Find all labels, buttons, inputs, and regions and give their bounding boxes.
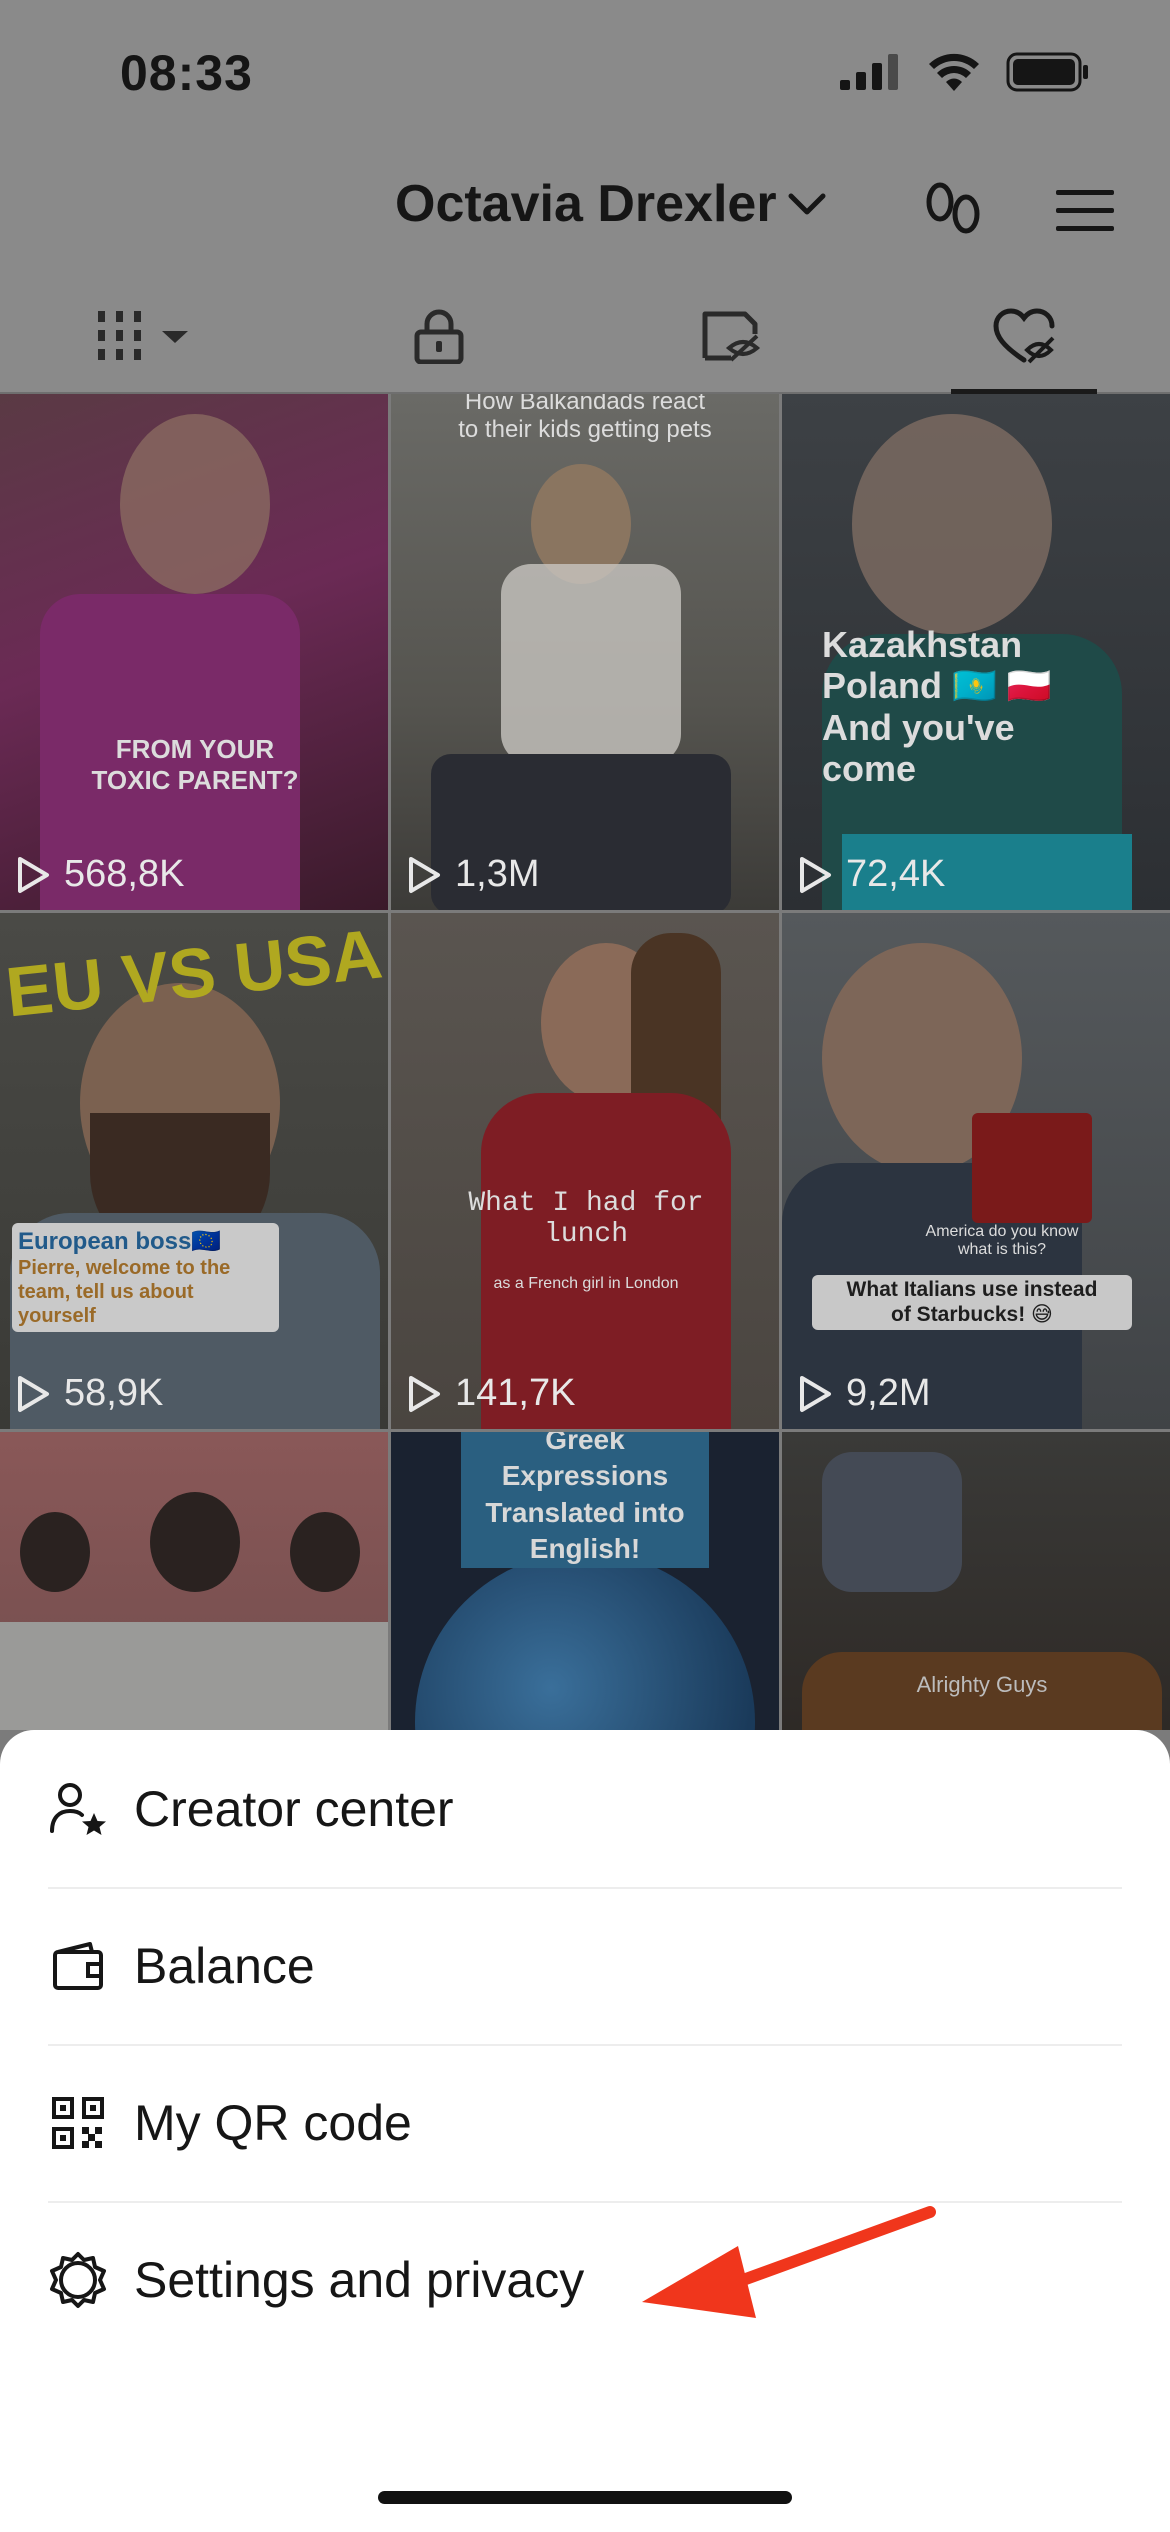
menu-icon [1056,190,1114,231]
play-icon [409,856,440,893]
video-tile[interactable]: America do you know what is this? What I… [782,913,1170,1429]
status-icons [840,52,1090,92]
video-grid: FROM YOUR TOXIC PARENT? 568,8K How Balka… [0,394,1170,1730]
video-caption: Alrighty Guys [916,1672,1048,1697]
video-caption: What I had for lunch [468,1188,704,1250]
view-count-value: 58,9K [64,1372,164,1414]
menu-item-balance[interactable]: Balance [48,1887,1122,2046]
view-count-value: 141,7K [455,1372,576,1414]
qr-code-icon [48,2093,108,2153]
play-icon [18,1375,49,1412]
menu-item-label: Creator center [134,1780,454,1837]
menu-item-settings-and-privacy[interactable]: Settings and privacy [48,2201,1122,2358]
play-icon [18,856,49,893]
gear-icon [48,2250,108,2310]
play-icon [800,1375,831,1412]
tab-private[interactable] [293,280,586,392]
creator-center-icon [48,1779,108,1839]
video-caption: How Balkandads react to their kids getti… [458,394,712,443]
profile-tabs [0,280,1170,394]
video-tile[interactable]: What I had for lunch as a French girl in… [391,913,779,1429]
play-icon [409,1375,440,1412]
red-arrow-icon [642,2206,936,2318]
view-count: 1,3M [407,853,539,896]
wallet-icon [48,1936,108,1996]
battery-icon [1006,52,1088,92]
video-tile[interactable]: EU VS USA European boss🇪🇺 Pierre, welcom… [0,913,388,1429]
video-tile[interactable]: Alrighty Guys [782,1432,1170,1730]
profile-header: Octavia Drexler [0,150,1170,280]
view-count: 141,7K [407,1372,575,1415]
video-tile[interactable]: FROM YOUR TOXIC PARENT? 568,8K [0,394,388,910]
menu-button[interactable] [1050,176,1120,246]
view-count: 72,4K [798,853,945,896]
view-count: 568,8K [16,853,184,896]
hidden-photo-icon [702,311,761,362]
tab-liked[interactable] [878,280,1170,392]
video-tile[interactable]: Kazakhstan Poland 🇰🇿 🇵🇱 And you've come … [782,394,1170,910]
video-tile[interactable]: How Balkandads react to their kids getti… [391,394,779,910]
view-count-value: 1,3M [455,853,540,895]
video-tile[interactable] [0,1432,388,1730]
video-subcaption: America do you know what is this? [925,1223,1079,1258]
chevron-down-icon [788,193,826,215]
menu-item-label: My QR code [134,2094,412,2151]
tab-videos[interactable] [0,280,293,392]
footprints-icon [926,182,980,234]
video-subcaption: Pierre, welcome to the team, tell us abo… [18,1257,231,1327]
tab-reposts[interactable] [585,280,878,392]
status-time: 08:33 [120,45,253,101]
play-icon [800,856,831,893]
grid-icon [98,311,189,360]
wifi-icon [929,53,979,91]
view-count: 9,2M [798,1372,930,1415]
menu-item-label: Settings and privacy [134,2251,585,2308]
menu-item-creator-center[interactable]: Creator center [48,1730,1122,1889]
video-subcaption: as a French girl in London [493,1275,679,1292]
video-caption: What Italians use instead of Starbucks! … [812,1275,1132,1330]
video-tile[interactable]: Greek Expressions Translated into Englis… [391,1432,779,1730]
view-count: 58,9K [16,1372,163,1415]
video-caption: FROM YOUR TOXIC PARENT? [91,734,299,795]
view-count-value: 72,4K [846,853,946,895]
profile-name: Octavia Drexler [395,175,777,233]
cellular-signal-icon [840,54,898,90]
video-caption: Kazakhstan Poland 🇰🇿 🇵🇱 And you've come [822,624,1052,790]
liked-icon [993,308,1055,364]
profile-views-button[interactable] [918,176,988,246]
view-count-value: 9,2M [846,1372,931,1414]
home-indicator[interactable] [378,2491,792,2504]
video-caption: Greek Expressions Translated into Englis… [461,1432,709,1568]
video-subcaption: European boss🇪🇺 [18,1228,222,1255]
status-bar: 08:33 [0,0,1170,150]
view-count-value: 568,8K [64,853,185,895]
lock-icon [414,309,464,364]
account-switcher[interactable]: Octavia Drexler [395,174,827,234]
bottom-sheet: Creator center Balance My QR code Settin… [0,1730,1170,2532]
menu-item-qr-code[interactable]: My QR code [48,2044,1122,2203]
menu-item-label: Balance [134,1937,315,1994]
